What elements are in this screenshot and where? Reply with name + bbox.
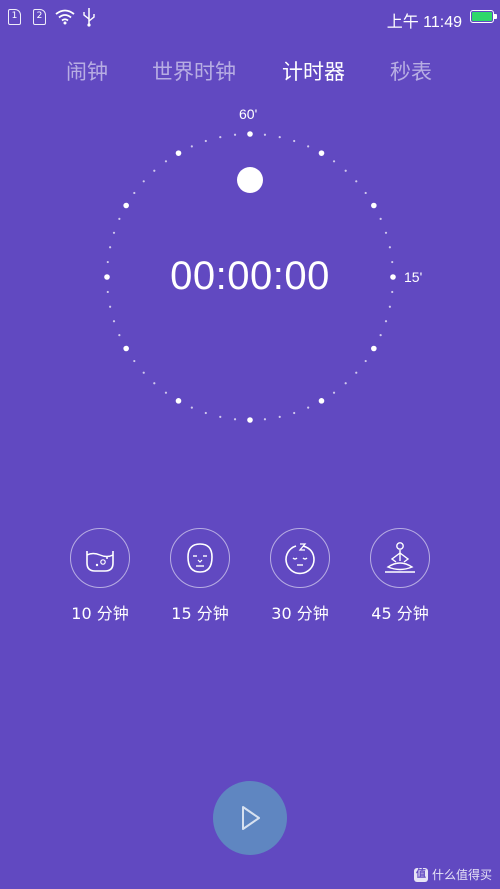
dial-major-tick — [175, 398, 182, 404]
preset-30-min[interactable]: 30 分钟 — [255, 528, 345, 624]
dial-minor-tick — [142, 371, 145, 374]
dial-minor-tick — [109, 305, 112, 308]
preset-label: 15 分钟 — [171, 604, 229, 623]
dial-minor-tick — [133, 359, 136, 363]
dial-minor-tick — [278, 415, 281, 418]
dial-minor-tick — [112, 231, 116, 234]
dial-minor-tick — [344, 382, 347, 385]
dial-minor-tick — [355, 371, 358, 374]
dial-minor-tick — [204, 411, 207, 415]
preset-circle — [370, 528, 430, 588]
dial-minor-tick — [219, 136, 222, 139]
dial-major-tick — [318, 398, 325, 404]
preset-label: 30 分钟 — [271, 604, 329, 623]
meditation-icon — [385, 542, 415, 573]
preset-circle — [270, 528, 330, 588]
watermark-logo-icon: 值 — [413, 867, 428, 882]
dial-minor-tick — [307, 145, 310, 148]
preset-15-min[interactable]: 15 分钟 — [155, 528, 245, 624]
preset-row: 10 分钟 15 分钟 30 分钟 45 分钟 — [0, 528, 500, 638]
start-button[interactable] — [213, 781, 287, 855]
timer-display: 00:00:00 — [170, 254, 330, 298]
dial-handle[interactable] — [237, 167, 263, 193]
preset-45-min[interactable]: 45 分钟 — [355, 528, 445, 624]
dial-minor-tick — [293, 139, 296, 143]
dial-major-tick — [123, 202, 129, 209]
preset-label: 10 分钟 — [71, 604, 129, 623]
dial-minor-tick — [133, 191, 136, 195]
dial-minor-tick — [190, 406, 193, 409]
dial-minor-tick — [153, 382, 156, 385]
dial-minor-tick — [233, 418, 237, 421]
dial-minor-tick — [344, 169, 347, 172]
dial-minor-tick — [384, 320, 388, 323]
preset-circle — [170, 528, 230, 588]
dial-major-tick — [318, 150, 325, 156]
play-icon — [242, 806, 260, 830]
dial-minor-tick — [364, 359, 367, 363]
washbasin-icon — [86, 551, 114, 572]
timer-dial[interactable] — [0, 0, 500, 500]
dial-minor-tick — [388, 246, 391, 249]
dial-minor-tick — [379, 217, 382, 220]
dial-minor-tick — [118, 217, 121, 220]
preset-10-min[interactable]: 10 分钟 — [55, 528, 145, 624]
dial-major-tick — [371, 202, 377, 209]
dial-label-60: 60' — [239, 106, 258, 122]
dial-minor-tick — [190, 145, 193, 148]
preset-circle — [70, 528, 130, 588]
dial-minor-tick — [364, 191, 367, 195]
watermark-text: 什么值得买 — [431, 868, 492, 882]
dial-minor-tick — [388, 305, 391, 308]
dial-minor-tick — [293, 411, 296, 415]
dial-minor-tick — [153, 169, 156, 172]
dial-major-tick — [247, 131, 253, 137]
watermark: 值 什么值得买 — [413, 866, 492, 883]
sleeping-face-icon — [285, 543, 315, 575]
dial-minor-tick — [278, 136, 281, 139]
face-mask-icon — [187, 543, 213, 573]
dial-major-tick — [247, 417, 253, 423]
dial-minor-tick — [379, 334, 382, 337]
dial-minor-tick — [384, 231, 388, 234]
dial-minor-tick — [118, 334, 121, 337]
dial-minor-tick — [332, 160, 336, 163]
dial-minor-tick — [307, 406, 310, 409]
dial-minor-tick — [109, 246, 112, 249]
dial-minor-tick — [263, 418, 267, 421]
dial-minor-tick — [164, 391, 168, 394]
preset-label: 45 分钟 — [371, 604, 429, 623]
dial-major-tick — [371, 345, 377, 352]
dial-minor-tick — [204, 139, 207, 143]
dial-minor-tick — [142, 180, 145, 183]
dial-major-tick — [123, 345, 129, 352]
dial-minor-tick — [263, 133, 267, 136]
dial-minor-tick — [164, 160, 168, 163]
dial-minor-tick — [233, 133, 237, 136]
dial-minor-tick — [355, 180, 358, 183]
dial-major-tick — [175, 150, 182, 156]
dial-minor-tick — [112, 320, 116, 323]
dial-minor-tick — [332, 391, 336, 394]
dial-minor-tick — [219, 415, 222, 418]
